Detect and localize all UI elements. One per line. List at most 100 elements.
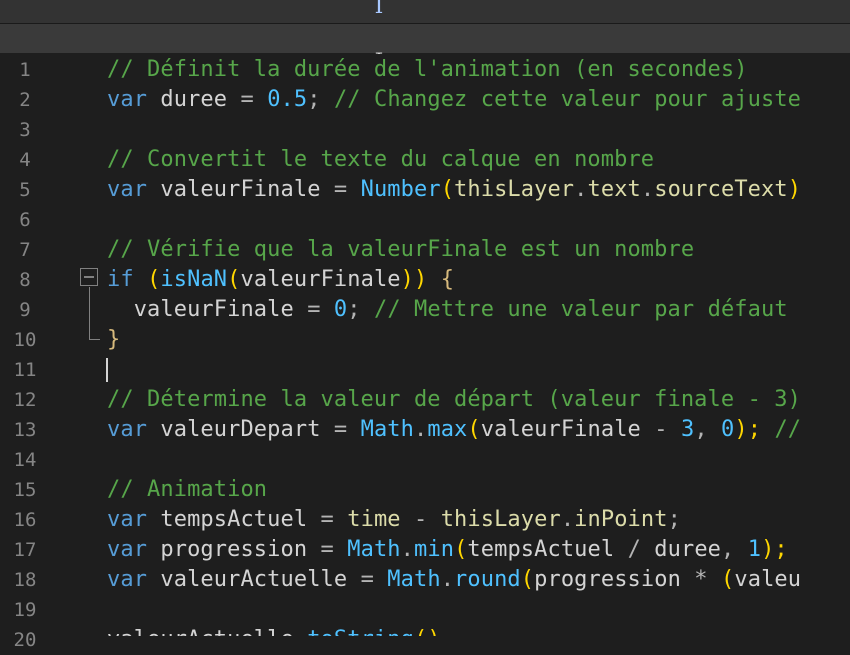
code-token: ( <box>227 267 241 292</box>
line-number: 13 <box>13 419 37 441</box>
code-token: . <box>440 567 455 592</box>
code-token: valeurFinale <box>147 177 334 202</box>
code-token: // Vérifie que la valeurFinale est un no… <box>107 237 695 262</box>
code-line[interactable]: var duree = 0.5; // Changez cette valeur… <box>107 85 801 115</box>
code-token: time <box>347 507 401 532</box>
code-line[interactable]: // Vérifie que la valeurFinale est un no… <box>107 235 694 265</box>
code-token: var <box>107 567 148 592</box>
code-editor[interactable]: // Définit la durée de l'animation (en s… <box>75 54 850 636</box>
code-line[interactable]: var valeurFinale = Number(thisLayer.text… <box>107 175 801 205</box>
line-number: 9 <box>19 299 31 321</box>
code-token: progression <box>147 537 321 562</box>
line-number: 20 <box>13 629 37 651</box>
code-token: Number <box>360 177 441 202</box>
code-token: , <box>721 537 748 562</box>
code-line[interactable]: // Détermine la valeur de départ (valeur… <box>107 385 801 415</box>
code-token: var <box>107 87 148 112</box>
code-token: if <box>107 267 134 292</box>
code-token: // Changez cette valeur pour ajuste <box>333 87 802 112</box>
line-number: 17 <box>13 539 37 561</box>
code-line[interactable]: valeurFinale = 0; // Mettre une valeur p… <box>107 295 788 325</box>
code-token: min <box>414 537 455 562</box>
code-line[interactable]: var valeurActuelle = Math.round(progress… <box>107 565 801 595</box>
code-line[interactable]: // Définit la durée de l'animation (en s… <box>107 55 748 85</box>
line-number: 10 <box>13 329 37 351</box>
line-number: 5 <box>19 179 31 201</box>
text-cursor-icon: Ι <box>374 0 384 19</box>
line-number: 19 <box>13 599 37 621</box>
code-token: 0 <box>333 297 348 322</box>
code-token: // Animation <box>107 477 268 502</box>
code-token: max <box>427 417 468 442</box>
code-line[interactable]: } <box>107 325 120 355</box>
code-token: toString <box>307 627 414 636</box>
code-token: ; <box>347 297 374 322</box>
code-token: thisLayer <box>440 507 561 532</box>
line-number: 3 <box>19 119 31 141</box>
code-token: ; <box>667 507 681 532</box>
code-line[interactable]: // Animation <box>107 475 267 505</box>
panel-splitter[interactable]: I <box>0 24 850 74</box>
code-token: )) <box>400 267 428 292</box>
code-token: . <box>640 177 655 202</box>
code-token: = <box>333 417 348 442</box>
code-token: ) <box>787 177 802 202</box>
fold-guide <box>89 287 90 339</box>
code-token: . <box>574 177 588 202</box>
code-line[interactable]: valeurActuelle.toString() <box>107 625 441 636</box>
code-token: - <box>654 417 668 442</box>
line-number: 8 <box>19 269 31 291</box>
code-token: () <box>414 627 441 636</box>
code-token: ); <box>761 537 788 562</box>
code-token: // Convertit le texte du calque en nombr… <box>107 147 655 172</box>
code-token: thisLayer <box>454 177 575 202</box>
code-line[interactable]: var progression = Math.min(tempsActuel /… <box>107 535 788 565</box>
code-token: duree <box>147 87 241 112</box>
code-token: 3 <box>680 417 695 442</box>
code-token: ( <box>454 537 468 562</box>
code-token: , <box>694 417 722 442</box>
line-number: 16 <box>13 509 37 531</box>
code-token: * <box>694 567 708 592</box>
code-token: duree <box>640 537 722 562</box>
code-line[interactable]: // Convertit le texte du calque en nombr… <box>107 145 654 175</box>
code-line[interactable]: var valeurDepart = Math.max(valeurFinale… <box>107 415 801 445</box>
code-line[interactable]: var tempsActuel = time - thisLayer.inPoi… <box>107 505 681 535</box>
code-token: var <box>107 177 148 202</box>
code-token: inPoint <box>574 507 668 532</box>
line-number-gutter: 1 2 3 4 5 6 7 8 9 10 11 12 13 14 15 16 17 18 19 20 <box>0 54 75 651</box>
code-token: isNaN <box>160 267 228 292</box>
fold-guide-end <box>89 339 100 340</box>
code-token: // <box>774 417 802 442</box>
top-toolbar: Ι <box>0 0 850 24</box>
line-number: 11 <box>13 359 37 381</box>
code-token: = <box>360 567 374 592</box>
code-token: tempsActuel <box>147 507 321 532</box>
code-token: 0 <box>721 417 735 442</box>
code-token: Math <box>347 537 401 562</box>
code-token: ( <box>467 417 481 442</box>
line-number: 12 <box>13 389 37 411</box>
code-token: = <box>307 297 321 322</box>
code-token: - <box>400 507 441 532</box>
code-token: . <box>414 417 428 442</box>
code-line[interactable]: if (isNaN(valeurFinale)) { <box>107 265 454 295</box>
code-token: ( <box>440 177 455 202</box>
line-number: 15 <box>13 479 37 501</box>
code-token: // Mettre une valeur par défaut <box>373 297 788 322</box>
code-token: valeurFinale <box>240 267 401 292</box>
code-token: { <box>440 267 455 292</box>
line-number: 4 <box>19 149 31 171</box>
code-token: . <box>560 507 575 532</box>
fold-toggle-icon[interactable] <box>80 268 98 286</box>
code-token: text <box>587 177 641 202</box>
code-token: valeu <box>734 567 802 592</box>
code-token: ; <box>307 87 334 112</box>
code-token: = <box>320 507 334 532</box>
